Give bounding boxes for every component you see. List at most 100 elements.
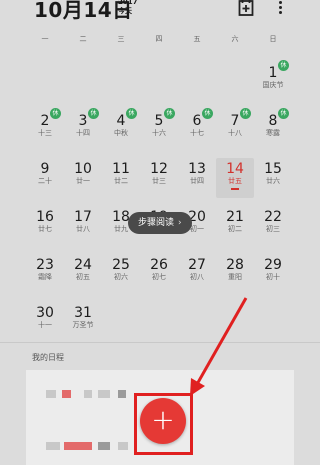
lunar-date: 廿三: [152, 177, 166, 185]
day-number: 9: [40, 161, 50, 177]
day-number: 16: [36, 209, 54, 225]
calendar-day[interactable]: 7 十八休: [216, 108, 254, 150]
calendar-day[interactable]: 10 廿一: [64, 158, 102, 198]
calendar-day[interactable]: 12 廿三: [140, 158, 178, 198]
lunar-date: 廿七: [38, 225, 52, 233]
weekday-header: 一二三四五六日: [0, 34, 320, 46]
calendar-day[interactable]: 3 十四休: [64, 108, 102, 150]
blurred-content: [118, 442, 128, 450]
lunar-date: 十六: [152, 129, 166, 137]
lunar-date: 万圣节: [72, 321, 94, 329]
calendar-day[interactable]: 17 廿八: [64, 206, 102, 246]
toast-label: 步骤阅读: [138, 218, 175, 228]
blurred-content: [98, 390, 110, 398]
lunar-date: 霜降: [38, 273, 52, 281]
calendar-day[interactable]: 29 初十: [254, 254, 292, 294]
lunar-date: 廿五: [228, 177, 242, 185]
lunar-date: 初八: [190, 273, 204, 281]
day-number: 21: [226, 209, 244, 225]
calendar-day[interactable]: 8 寒露休: [254, 108, 292, 150]
lunar-date: 初二: [228, 225, 242, 233]
lunar-date: 国庆节: [262, 81, 284, 89]
today-indicator: [231, 188, 239, 190]
calendar-day[interactable]: 16 廿七: [26, 206, 64, 246]
lunar-date: 廿四: [190, 177, 204, 185]
calendar-day[interactable]: 6 十七休: [178, 108, 216, 150]
calendar-day[interactable]: 11 廿二: [102, 158, 140, 198]
weekday-label: 四: [155, 35, 163, 43]
holiday-badge: 休: [50, 108, 61, 119]
weekday-label: 六: [231, 35, 239, 43]
blurred-content: [118, 390, 126, 398]
add-event-icon[interactable]: [238, 0, 254, 17]
lunar-date: 十八: [228, 129, 242, 137]
calendar-day[interactable]: 9 二十: [26, 158, 64, 198]
weekday-label: 日: [269, 35, 277, 43]
step-reading-toast[interactable]: 步骤阅读 ›: [128, 212, 192, 234]
calendar-day[interactable]: 27 初八: [178, 254, 216, 294]
year-today-block[interactable]: 2017 今天: [118, 0, 137, 16]
blurred-content: [98, 442, 110, 450]
calendar-day[interactable]: 13 廿四: [178, 158, 216, 198]
lunar-date: 初六: [114, 273, 128, 281]
holiday-badge: 休: [240, 108, 251, 119]
lunar-date: 十四: [76, 129, 90, 137]
day-number: 10: [74, 161, 92, 177]
day-number: 26: [150, 257, 168, 273]
day-number: 25: [112, 257, 130, 273]
holiday-badge: 休: [278, 108, 289, 119]
lunar-date: 廿八: [76, 225, 90, 233]
calendar-day[interactable]: 4 中秋休: [102, 108, 140, 150]
weekday-label: 二: [79, 35, 87, 43]
day-number: 14: [226, 161, 244, 177]
day-number: 29: [264, 257, 282, 273]
weekday-label: 三: [117, 35, 125, 43]
lunar-date: 初十: [266, 273, 280, 281]
calendar-day[interactable]: 31 万圣节: [64, 302, 102, 342]
calendar-day[interactable]: 21 初二: [216, 206, 254, 246]
chevron-right-icon: ›: [178, 218, 182, 228]
day-number: 17: [74, 209, 92, 225]
holiday-badge: 休: [164, 108, 175, 119]
lunar-date: 二十: [38, 177, 52, 185]
lunar-date: 十一: [38, 321, 52, 329]
calendar-day[interactable]: 26 初七: [140, 254, 178, 294]
calendar-day[interactable]: 24 初五: [64, 254, 102, 294]
calendar-day[interactable]: 2 十三休: [26, 108, 64, 150]
weekday-label: 五: [193, 35, 201, 43]
calendar-day[interactable]: 5 十六休: [140, 108, 178, 150]
day-number: 13: [188, 161, 206, 177]
calendar-day[interactable]: 23 霜降: [26, 254, 64, 294]
divider: [0, 342, 320, 343]
lunar-date: 初七: [152, 273, 166, 281]
day-number: 11: [112, 161, 130, 177]
blurred-content: [62, 390, 71, 398]
calendar-day-today[interactable]: 14 廿五: [216, 158, 254, 198]
add-schedule-button[interactable]: +: [140, 398, 186, 444]
day-number: 23: [36, 257, 54, 273]
today-label: 今天: [118, 7, 132, 15]
day-number: 30: [36, 305, 54, 321]
header-bar: 10月14日 2017 今天: [0, 0, 320, 26]
calendar-day[interactable]: 1 国庆节休: [254, 60, 292, 102]
weekday-label: 一: [41, 35, 49, 43]
lunar-date: 寒露: [266, 129, 280, 137]
year-label: 2017: [118, 0, 138, 6]
day-number: 27: [188, 257, 206, 273]
lunar-date: 初五: [76, 273, 90, 281]
blurred-content: [84, 390, 92, 398]
lunar-date: 廿一: [76, 177, 90, 185]
more-vertical-icon[interactable]: [276, 0, 284, 17]
lunar-date: 廿六: [266, 177, 280, 185]
day-number: 12: [150, 161, 168, 177]
holiday-badge: 休: [202, 108, 213, 119]
blurred-content: [64, 442, 92, 450]
calendar-day[interactable]: 30 十一: [26, 302, 64, 342]
day-number: 15: [264, 161, 282, 177]
calendar-day[interactable]: 22 初三: [254, 206, 292, 246]
lunar-date: 重阳: [228, 273, 242, 281]
calendar-day[interactable]: 15 廿六: [254, 158, 292, 198]
calendar-day[interactable]: 25 初六: [102, 254, 140, 294]
lunar-date: 十三: [38, 129, 52, 137]
calendar-day[interactable]: 28 重阳: [216, 254, 254, 294]
